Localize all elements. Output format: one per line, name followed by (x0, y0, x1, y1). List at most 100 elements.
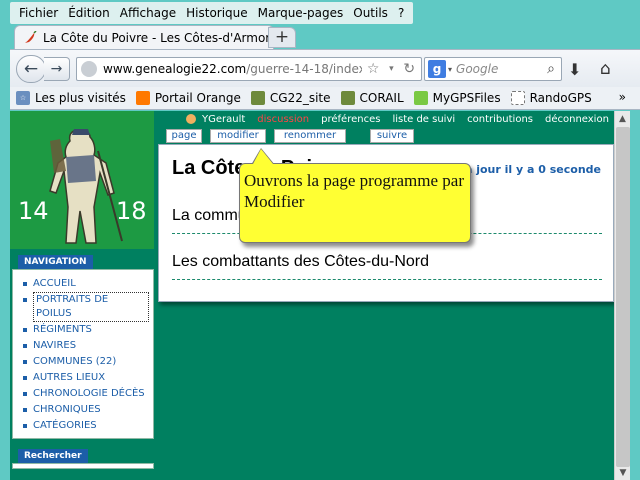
back-forward-group: ← → (16, 55, 76, 83)
tab-suivre[interactable]: suivre (370, 129, 414, 143)
bookmark-portail-orange[interactable]: Portail Orange (135, 91, 241, 105)
mygps-icon (413, 91, 428, 105)
sidebar-item-categories[interactable]: CATÉGORIES (23, 418, 149, 434)
bookmark-label: CG22_site (269, 91, 331, 105)
sidebar-item-chroniques[interactable]: CHRONIQUES (23, 402, 149, 418)
callout-pointer (253, 149, 273, 164)
google-icon[interactable]: g (428, 60, 446, 78)
vertical-scrollbar[interactable]: ▲ ▼ (614, 111, 630, 480)
address-bar-actions: ☆ ▾ ↻ (362, 58, 420, 80)
bookmark-corail[interactable]: CORAIL (340, 91, 404, 105)
tab-page[interactable]: page (166, 129, 202, 143)
bullet-icon (23, 282, 27, 286)
search-icon[interactable]: ⌕ (541, 61, 561, 77)
section-combattants[interactable]: Les combattants des Côtes-du-Nord (172, 253, 429, 271)
site-logo[interactable]: 14 18 (10, 111, 154, 249)
bookmark-label: RandoGPS (529, 91, 592, 105)
user-toolbar: YGerault discussion préférences liste de… (186, 111, 614, 127)
page-icon (510, 91, 525, 105)
sidebar-item-communes[interactable]: COMMUNES (22) (23, 354, 149, 370)
divider (172, 279, 602, 280)
sidebar-item-chronologie[interactable]: CHRONOLOGIE DÉCÈS (23, 386, 149, 402)
bookmark-cg22[interactable]: CG22_site (250, 91, 331, 105)
search-panel (12, 463, 154, 469)
bookmark-label: Portail Orange (154, 91, 241, 105)
bookmark-randogps[interactable]: RandoGPS (510, 91, 592, 105)
url-host: www.genealogie22.com (103, 62, 247, 76)
menu-affichage[interactable]: Affichage (115, 6, 181, 20)
orange-icon (135, 91, 150, 105)
search-placeholder: Google (456, 62, 499, 76)
forward-button[interactable]: → (44, 57, 70, 81)
tab-modifier[interactable]: modifier (210, 129, 266, 143)
bookmark-label: Les plus visités (35, 91, 126, 105)
logout-link[interactable]: déconnexion (545, 114, 609, 125)
user-link[interactable]: YGerault (202, 114, 245, 125)
tab-title: La Côte du Poivre - Les Côtes-d'Armor d.… (43, 30, 274, 45)
browser-tab[interactable]: La Côte du Poivre - Les Côtes-d'Armor d.… (14, 25, 274, 49)
menu-outils[interactable]: Outils (348, 6, 393, 20)
menu-fichier[interactable]: Fichier (14, 6, 63, 20)
search-section: Rechercher (12, 447, 154, 469)
discussion-link[interactable]: discussion (257, 114, 309, 125)
page-tabs: page modifier renommer suivre (166, 129, 422, 143)
watchlist-link[interactable]: liste de suivi (392, 114, 455, 125)
bullet-icon (23, 424, 27, 428)
soldier-illustration (10, 111, 154, 249)
bookmark-label: CORAIL (359, 91, 404, 105)
scroll-down-icon[interactable]: ▼ (615, 466, 631, 480)
tab-strip: La Côte du Poivre - Les Côtes-d'Armor d.… (10, 25, 640, 49)
bullet-icon (23, 344, 27, 348)
bullet-icon (23, 376, 27, 380)
bullet-icon (23, 328, 27, 332)
search-heading: Rechercher (18, 449, 88, 463)
callout-tooltip: Ouvrons la page programme par Modifier (239, 163, 471, 243)
back-button[interactable]: ← (16, 55, 46, 83)
bullet-icon (23, 298, 27, 302)
reload-icon[interactable]: ↻ (403, 61, 415, 77)
sidebar-item-autres-lieux[interactable]: AUTRES LIEUX (23, 370, 149, 386)
cg22-icon (250, 91, 265, 105)
navigation-menu: ACCUEIL PORTRAITS DE POILUS RÉGIMENTS NA… (12, 269, 154, 439)
globe-icon (81, 61, 97, 77)
logo-number-18: 18 (116, 197, 147, 225)
bookmarks-overflow-icon[interactable]: » (619, 90, 626, 104)
arrow-right-icon: → (50, 61, 63, 77)
home-icon[interactable]: ⌂ (600, 59, 611, 79)
navigation-toolbar: ← → www.genealogie22.com/guerre-14-18/in… (10, 49, 640, 87)
sidebar-item-regiments[interactable]: RÉGIMENTS (23, 322, 149, 338)
scroll-thumb[interactable] (616, 127, 630, 467)
bookmarks-toolbar: ☆ Les plus visités Portail Orange CG22_s… (10, 87, 640, 110)
preferences-link[interactable]: préférences (321, 114, 380, 125)
bookmark-mygpsfiles[interactable]: MyGPSFiles (413, 91, 501, 105)
bullet-icon (23, 360, 27, 364)
navigation-heading: NAVIGATION (18, 255, 93, 269)
new-tab-button[interactable]: + (268, 27, 296, 48)
tab-renommer[interactable]: renommer (274, 129, 346, 143)
sidebar-item-accueil[interactable]: ACCUEIL (23, 276, 149, 292)
window-edge (630, 111, 640, 480)
contributions-link[interactable]: contributions (467, 114, 533, 125)
menu-edition[interactable]: Édition (63, 6, 115, 20)
bookmark-star-icon[interactable]: ☆ (367, 61, 380, 77)
dropdown-arrow-icon[interactable]: ▾ (389, 64, 394, 74)
bookmark-plus-visites[interactable]: ☆ Les plus visités (16, 91, 126, 105)
download-icon[interactable]: ⬇ (568, 60, 581, 79)
pepper-favicon-icon (23, 29, 37, 45)
sidebar: NAVIGATION ACCUEIL PORTRAITS DE POILUS R… (12, 253, 154, 469)
search-box[interactable]: g ▾ Google ⌕ (424, 57, 562, 81)
bullet-icon (23, 408, 27, 412)
bullet-icon (23, 392, 27, 396)
menu-marque-pages[interactable]: Marque-pages (253, 6, 349, 20)
arrow-left-icon: ← (23, 59, 39, 79)
corail-icon (340, 91, 355, 105)
sidebar-item-navires[interactable]: NAVIRES (23, 338, 149, 354)
bookmark-star-icon: ☆ (16, 91, 30, 105)
bookmark-label: MyGPSFiles (432, 91, 501, 105)
scroll-up-icon[interactable]: ▲ (615, 111, 630, 127)
user-icon (186, 114, 196, 124)
menu-bar: Fichier Édition Affichage Historique Mar… (10, 2, 414, 24)
menu-help[interactable]: ? (393, 6, 409, 20)
menu-historique[interactable]: Historique (181, 6, 253, 20)
sidebar-item-portraits[interactable]: PORTRAITS DE POILUS (23, 292, 149, 322)
